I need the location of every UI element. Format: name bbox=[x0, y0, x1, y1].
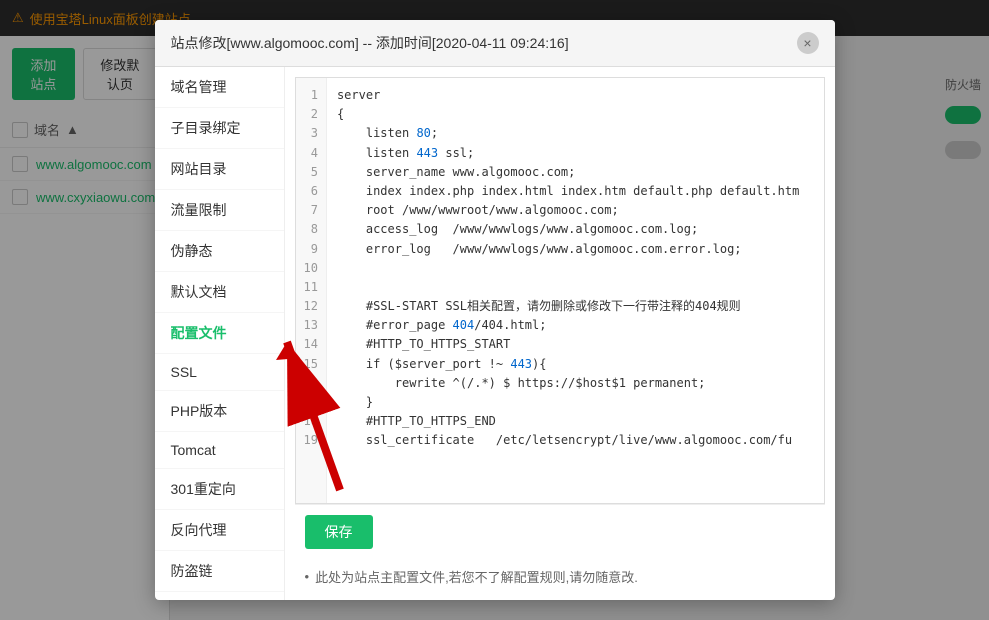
nav-item-hotlink[interactable]: 防盗链 bbox=[155, 551, 284, 592]
modal-overlay: 站点修改[www.algomooc.com] -- 添加时间[2020-04-1… bbox=[0, 0, 989, 620]
modal: 站点修改[www.algomooc.com] -- 添加时间[2020-04-1… bbox=[155, 20, 835, 600]
nav-item-redirect301[interactable]: 301重定向 bbox=[155, 469, 284, 510]
nav-item-defaultdoc[interactable]: 默认文档 bbox=[155, 272, 284, 313]
nav-item-accesslog[interactable]: 响应日志 bbox=[155, 592, 284, 600]
nav-item-phpver[interactable]: PHP版本 bbox=[155, 391, 284, 432]
nav-item-domain[interactable]: 域名管理 bbox=[155, 67, 284, 108]
modal-close-button[interactable]: × bbox=[797, 32, 819, 54]
save-button[interactable]: 保存 bbox=[305, 515, 373, 549]
modal-title: 站点修改[www.algomooc.com] -- 添加时间[2020-04-1… bbox=[171, 33, 569, 53]
nav-item-ssl[interactable]: SSL bbox=[155, 354, 284, 391]
nav-item-tomcat[interactable]: Tomcat bbox=[155, 432, 284, 469]
code-editor[interactable]: 12345678910111213141516171819 server { l… bbox=[295, 77, 825, 504]
nav-item-webroot[interactable]: 网站目录 bbox=[155, 149, 284, 190]
modal-header: 站点修改[www.algomooc.com] -- 添加时间[2020-04-1… bbox=[155, 20, 835, 67]
nav-item-subdir[interactable]: 子目录绑定 bbox=[155, 108, 284, 149]
modal-footer: 保存 bbox=[295, 504, 825, 559]
nav-item-ratelimit[interactable]: 流量限制 bbox=[155, 190, 284, 231]
nav-item-reverseproxy[interactable]: 反向代理 bbox=[155, 510, 284, 551]
modal-body: 域名管理 子目录绑定 网站目录 流量限制 伪静态 默认文档 配置文件 SSL P… bbox=[155, 67, 835, 600]
footer-note: 此处为站点主配置文件,若您不了解配置规则,请勿随意改. bbox=[295, 559, 825, 590]
line-numbers: 12345678910111213141516171819 bbox=[296, 78, 327, 503]
modal-nav: 域名管理 子目录绑定 网站目录 流量限制 伪静态 默认文档 配置文件 SSL P… bbox=[155, 67, 285, 600]
nav-item-config[interactable]: 配置文件 bbox=[155, 313, 284, 354]
nav-item-rewrite[interactable]: 伪静态 bbox=[155, 231, 284, 272]
modal-content-area: 12345678910111213141516171819 server { l… bbox=[285, 67, 835, 600]
footer-note-text: 此处为站点主配置文件,若您不了解配置规则,请勿随意改. bbox=[315, 567, 638, 586]
code-text: server { listen 80; listen 443 ssl; serv… bbox=[327, 78, 824, 503]
